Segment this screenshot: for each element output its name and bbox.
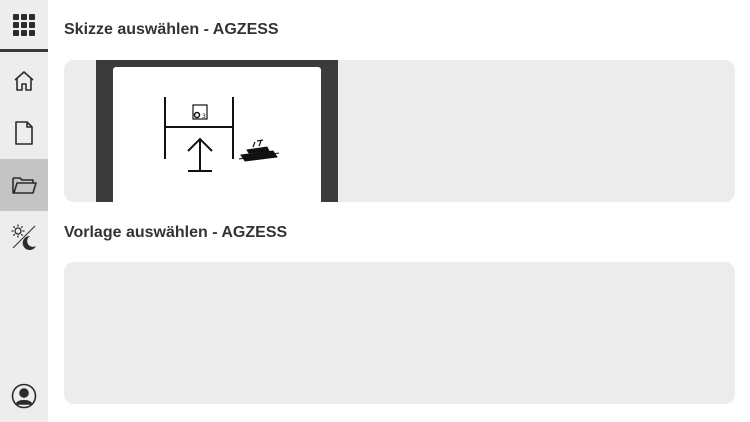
svg-text:3: 3 (202, 113, 206, 120)
template-section-title: Vorlage auswählen - AGZESS (64, 224, 288, 241)
apps-grid-icon (13, 13, 35, 36)
folder-icon (12, 177, 37, 194)
sketch-drawing-icon: 3 (164, 97, 280, 172)
sketch-carousel: 3 (64, 60, 735, 202)
sketch-thumbnail: 3 (113, 67, 321, 202)
sidebar-item-document[interactable] (0, 107, 48, 159)
sketch-section-title: Skizze auswählen - AGZESS (64, 21, 279, 38)
template-carousel (64, 262, 735, 404)
user-account-button[interactable] (0, 370, 48, 422)
user-account-icon (11, 383, 37, 409)
sidebar-item-home[interactable] (0, 55, 48, 107)
apps-menu-button[interactable] (0, 0, 48, 52)
theme-toggle-icon (11, 224, 36, 250)
theme-toggle-button[interactable] (0, 211, 48, 263)
sidebar-item-folder[interactable] (0, 159, 48, 211)
home-icon (14, 71, 34, 91)
sidebar (0, 0, 48, 422)
sketch-card[interactable]: 3 (96, 60, 338, 202)
document-icon (15, 121, 33, 145)
